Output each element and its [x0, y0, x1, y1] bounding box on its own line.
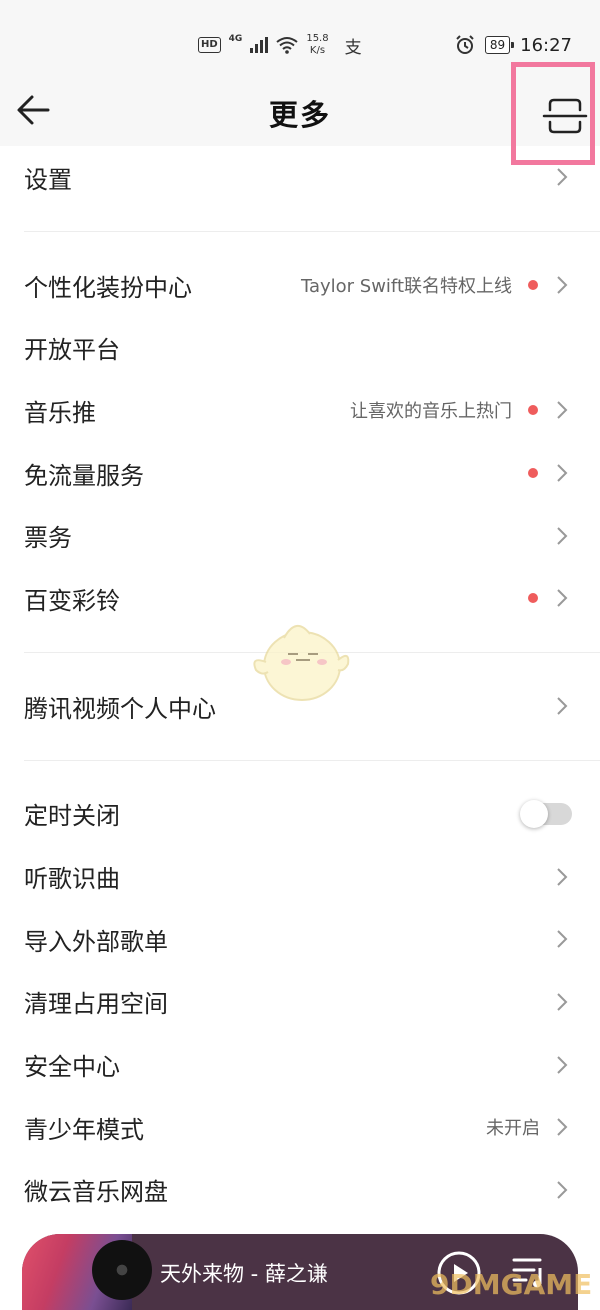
now-playing-title: 天外来物 - 薛之谦 [160, 1262, 328, 1286]
menu-item-label: 设置 [24, 165, 72, 194]
row-right [556, 929, 568, 949]
speed-value: 15.8 [306, 33, 329, 44]
chevron-right-icon [557, 401, 568, 420]
menu-item-label: 票务 [24, 524, 72, 553]
menu-item-import-playlist[interactable]: 导入外部歌单 [0, 908, 600, 971]
chevron-right-icon [557, 276, 568, 294]
menu-item-label: 开放平台 [24, 336, 120, 365]
menu-item-sleep-timer[interactable]: 定时关闭 [0, 783, 600, 846]
clock: 16:27 [520, 34, 572, 56]
mascot-watermark-icon [253, 625, 350, 701]
menu-item-security-center[interactable]: 安全中心 [0, 1033, 600, 1096]
row-right [556, 867, 568, 887]
red-dot-badge [528, 405, 538, 416]
network-type: 4G [228, 34, 243, 44]
chevron-right-icon [557, 1118, 568, 1136]
menu-item-label: 微云音乐网盘 [24, 1178, 168, 1207]
row-right [556, 526, 568, 546]
wifi-icon [276, 37, 298, 54]
scan-icon[interactable] [542, 96, 588, 136]
menu-item-teen-mode[interactable]: 青少年模式 未开启 [0, 1096, 600, 1159]
menu-item-theme-center[interactable]: 个性化装扮中心 Taylor Swift联名特权上线 [0, 254, 600, 317]
menu-item-label: 免流量服务 [24, 461, 144, 490]
row-right: 未开启 [486, 1114, 568, 1140]
menu-item-label: 听歌识曲 [24, 865, 120, 894]
row-right [556, 992, 568, 1012]
row-right [556, 696, 568, 716]
chevron-right-icon [557, 993, 568, 1011]
row-right: Taylor Swift联名特权上线 [301, 272, 568, 298]
status-bar: HD 4G 15.8 K/s 支 89 16:27 [0, 0, 600, 84]
nav-header: 更多 [0, 84, 600, 146]
chevron-right-icon [557, 527, 568, 545]
menu-item-cloud-drive[interactable]: 微云音乐网盘 [0, 1159, 600, 1222]
alipay-icon: 支 [344, 37, 362, 58]
menu-item-subtitle: 让喜欢的音乐上热门 [350, 401, 512, 423]
menu-item-subtitle: 未开启 [486, 1118, 540, 1140]
status-right: 89 16:27 [455, 30, 572, 60]
battery-icon: 89 [484, 36, 515, 54]
menu-item-song-recognition[interactable]: 听歌识曲 [0, 845, 600, 908]
menu-item-settings[interactable]: 设置 [0, 146, 600, 209]
row-right: 让喜欢的音乐上热门 [350, 397, 568, 423]
chevron-right-icon [557, 1181, 568, 1199]
red-dot-badge [528, 468, 538, 479]
chevron-right-icon [557, 867, 568, 886]
menu-item-label: 音乐推 [24, 398, 96, 427]
menu-item-label: 导入外部歌单 [24, 927, 168, 956]
menu-item-label: 安全中心 [24, 1053, 120, 1082]
chevron-right-icon [557, 930, 568, 948]
row-right [556, 167, 568, 187]
row-right [528, 588, 568, 608]
network-speed: 15.8 K/s [306, 33, 328, 57]
alarm-icon [456, 35, 474, 54]
toggle-knob [520, 799, 548, 828]
menu-item-label: 个性化装扮中心 [24, 273, 192, 302]
hd-badge: HD [198, 37, 221, 53]
vinyl-disc-icon [92, 1240, 152, 1300]
menu-item-clear-storage[interactable]: 清理占用空间 [0, 971, 600, 1034]
chevron-right-icon [557, 697, 568, 715]
row-right [556, 1055, 568, 1075]
site-watermark: 9DMGAME [430, 1268, 593, 1301]
menu-item-music-promote[interactable]: 音乐推 让喜欢的音乐上热门 [0, 379, 600, 442]
menu-item-label: 百变彩铃 [24, 586, 120, 615]
sleep-timer-toggle[interactable] [520, 799, 572, 828]
menu-item-label: 定时关闭 [24, 802, 120, 831]
menu-item-open-platform[interactable]: 开放平台 [0, 316, 600, 379]
chevron-right-icon [557, 464, 568, 482]
row-right [556, 1180, 568, 1200]
status-indicators: HD 4G 15.8 K/s 支 [198, 30, 362, 60]
speed-unit: K/s [309, 45, 326, 56]
row-right [528, 463, 568, 483]
signal-icon [250, 37, 269, 53]
menu-item-subtitle: Taylor Swift联名特权上线 [300, 276, 512, 298]
chevron-right-icon [557, 589, 568, 608]
chevron-right-icon [557, 1055, 568, 1074]
red-dot-badge [528, 593, 538, 604]
page-title: 更多 [268, 98, 331, 132]
menu-item-free-data[interactable]: 免流量服务 [0, 442, 600, 505]
menu-item-tickets[interactable]: 票务 [0, 504, 600, 567]
menu-item-label: 青少年模式 [24, 1115, 144, 1144]
menu-item-label: 腾讯视频个人中心 [24, 694, 216, 723]
menu-item-label: 清理占用空间 [24, 990, 168, 1019]
red-dot-badge [528, 280, 538, 291]
chevron-right-icon [557, 168, 568, 187]
